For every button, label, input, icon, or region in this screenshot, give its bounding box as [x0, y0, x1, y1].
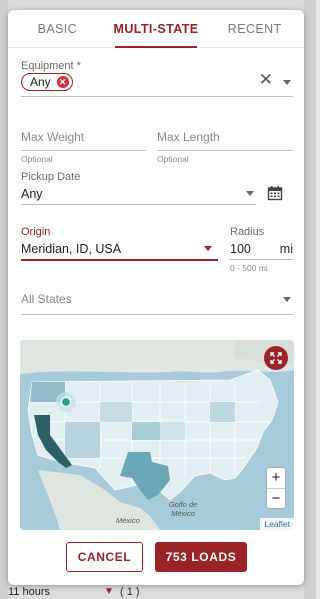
chip-remove-icon[interactable]: ✕ — [56, 76, 69, 88]
pickup-date-underline — [21, 204, 256, 205]
tab-multi-state[interactable]: MULTI-STATE — [107, 10, 206, 48]
equipment-chip-label: Any — [30, 75, 51, 89]
pickup-date-field[interactable]: Pickup Date Any — [21, 171, 256, 205]
radius-unit: mi — [279, 242, 293, 256]
equipment-underline — [21, 96, 293, 97]
equipment-chip[interactable]: Any ✕ — [21, 73, 73, 91]
origin-label: Origin — [21, 226, 51, 238]
states-underline — [21, 314, 293, 315]
zoom-out-button[interactable]: − — [267, 488, 285, 508]
origin-dropdown-icon[interactable] — [204, 246, 212, 251]
max-length-underline — [157, 150, 293, 151]
equipment-field[interactable]: Equipment * Any ✕ ✕ — [21, 60, 293, 98]
origin-value[interactable]: Meridian, ID, USA — [21, 242, 218, 256]
radius-input[interactable]: 100 — [230, 242, 251, 256]
states-select[interactable]: All States — [21, 292, 293, 306]
tab-recent[interactable]: RECENT — [205, 10, 304, 47]
map-canvas[interactable] — [20, 340, 294, 530]
radius-label: Radius — [230, 226, 265, 238]
background-row-count: ( 1 ) — [120, 586, 140, 598]
calendar-icon[interactable] — [267, 185, 283, 206]
states-map[interactable]: México Golfo de México + − Leaflet — [20, 340, 294, 530]
max-weight-input[interactable]: Max Weight — [21, 130, 146, 144]
tab-basic[interactable]: BASIC — [8, 10, 107, 47]
clear-icon[interactable]: ✕ — [259, 70, 273, 90]
background-strip-right — [304, 0, 316, 599]
expand-map-icon[interactable] — [264, 346, 288, 370]
max-weight-field[interactable]: Max Weight Optional — [21, 130, 146, 172]
map-attribution-link[interactable]: Leaflet — [260, 518, 294, 530]
max-length-input[interactable]: Max Length — [157, 130, 293, 144]
background-strip-left — [0, 0, 8, 599]
search-panel: BASIC MULTI-STATE RECENT Equipment * Any… — [8, 10, 304, 585]
zoom-control: + − — [266, 467, 286, 509]
radius-helper: 0 - 500 mi — [230, 263, 268, 273]
max-length-field[interactable]: Max Length Optional — [157, 130, 293, 172]
background-flag-icon: ▼ — [104, 586, 114, 597]
pickup-date-value[interactable]: Any — [21, 187, 256, 201]
states-field[interactable]: All States — [21, 292, 293, 316]
map-label-mexico: México — [116, 516, 140, 525]
origin-field[interactable]: Origin Meridian, ID, USA — [21, 226, 218, 261]
max-weight-helper: Optional — [21, 154, 53, 164]
max-length-helper: Optional — [157, 154, 189, 164]
cancel-button[interactable]: CANCEL — [66, 542, 143, 572]
equipment-dropdown-icon[interactable] — [283, 80, 291, 85]
radius-field[interactable]: Radius 100 mi 0 - 500 mi — [230, 226, 293, 273]
origin-underline — [21, 259, 218, 261]
pickup-date-label: Pickup Date — [21, 171, 81, 183]
map-label-gulf: Golfo de México — [168, 500, 198, 518]
zoom-in-button[interactable]: + — [267, 468, 285, 488]
radius-underline — [230, 259, 293, 260]
show-loads-button[interactable]: 753 LOADS — [155, 542, 247, 572]
states-dropdown-icon[interactable] — [283, 297, 291, 302]
equipment-label: Equipment * — [21, 60, 81, 72]
pickup-date-dropdown-icon[interactable] — [246, 191, 254, 196]
tab-bar: BASIC MULTI-STATE RECENT — [8, 10, 304, 48]
background-row-time: 11 hours — [8, 586, 50, 598]
max-weight-underline — [21, 150, 146, 151]
